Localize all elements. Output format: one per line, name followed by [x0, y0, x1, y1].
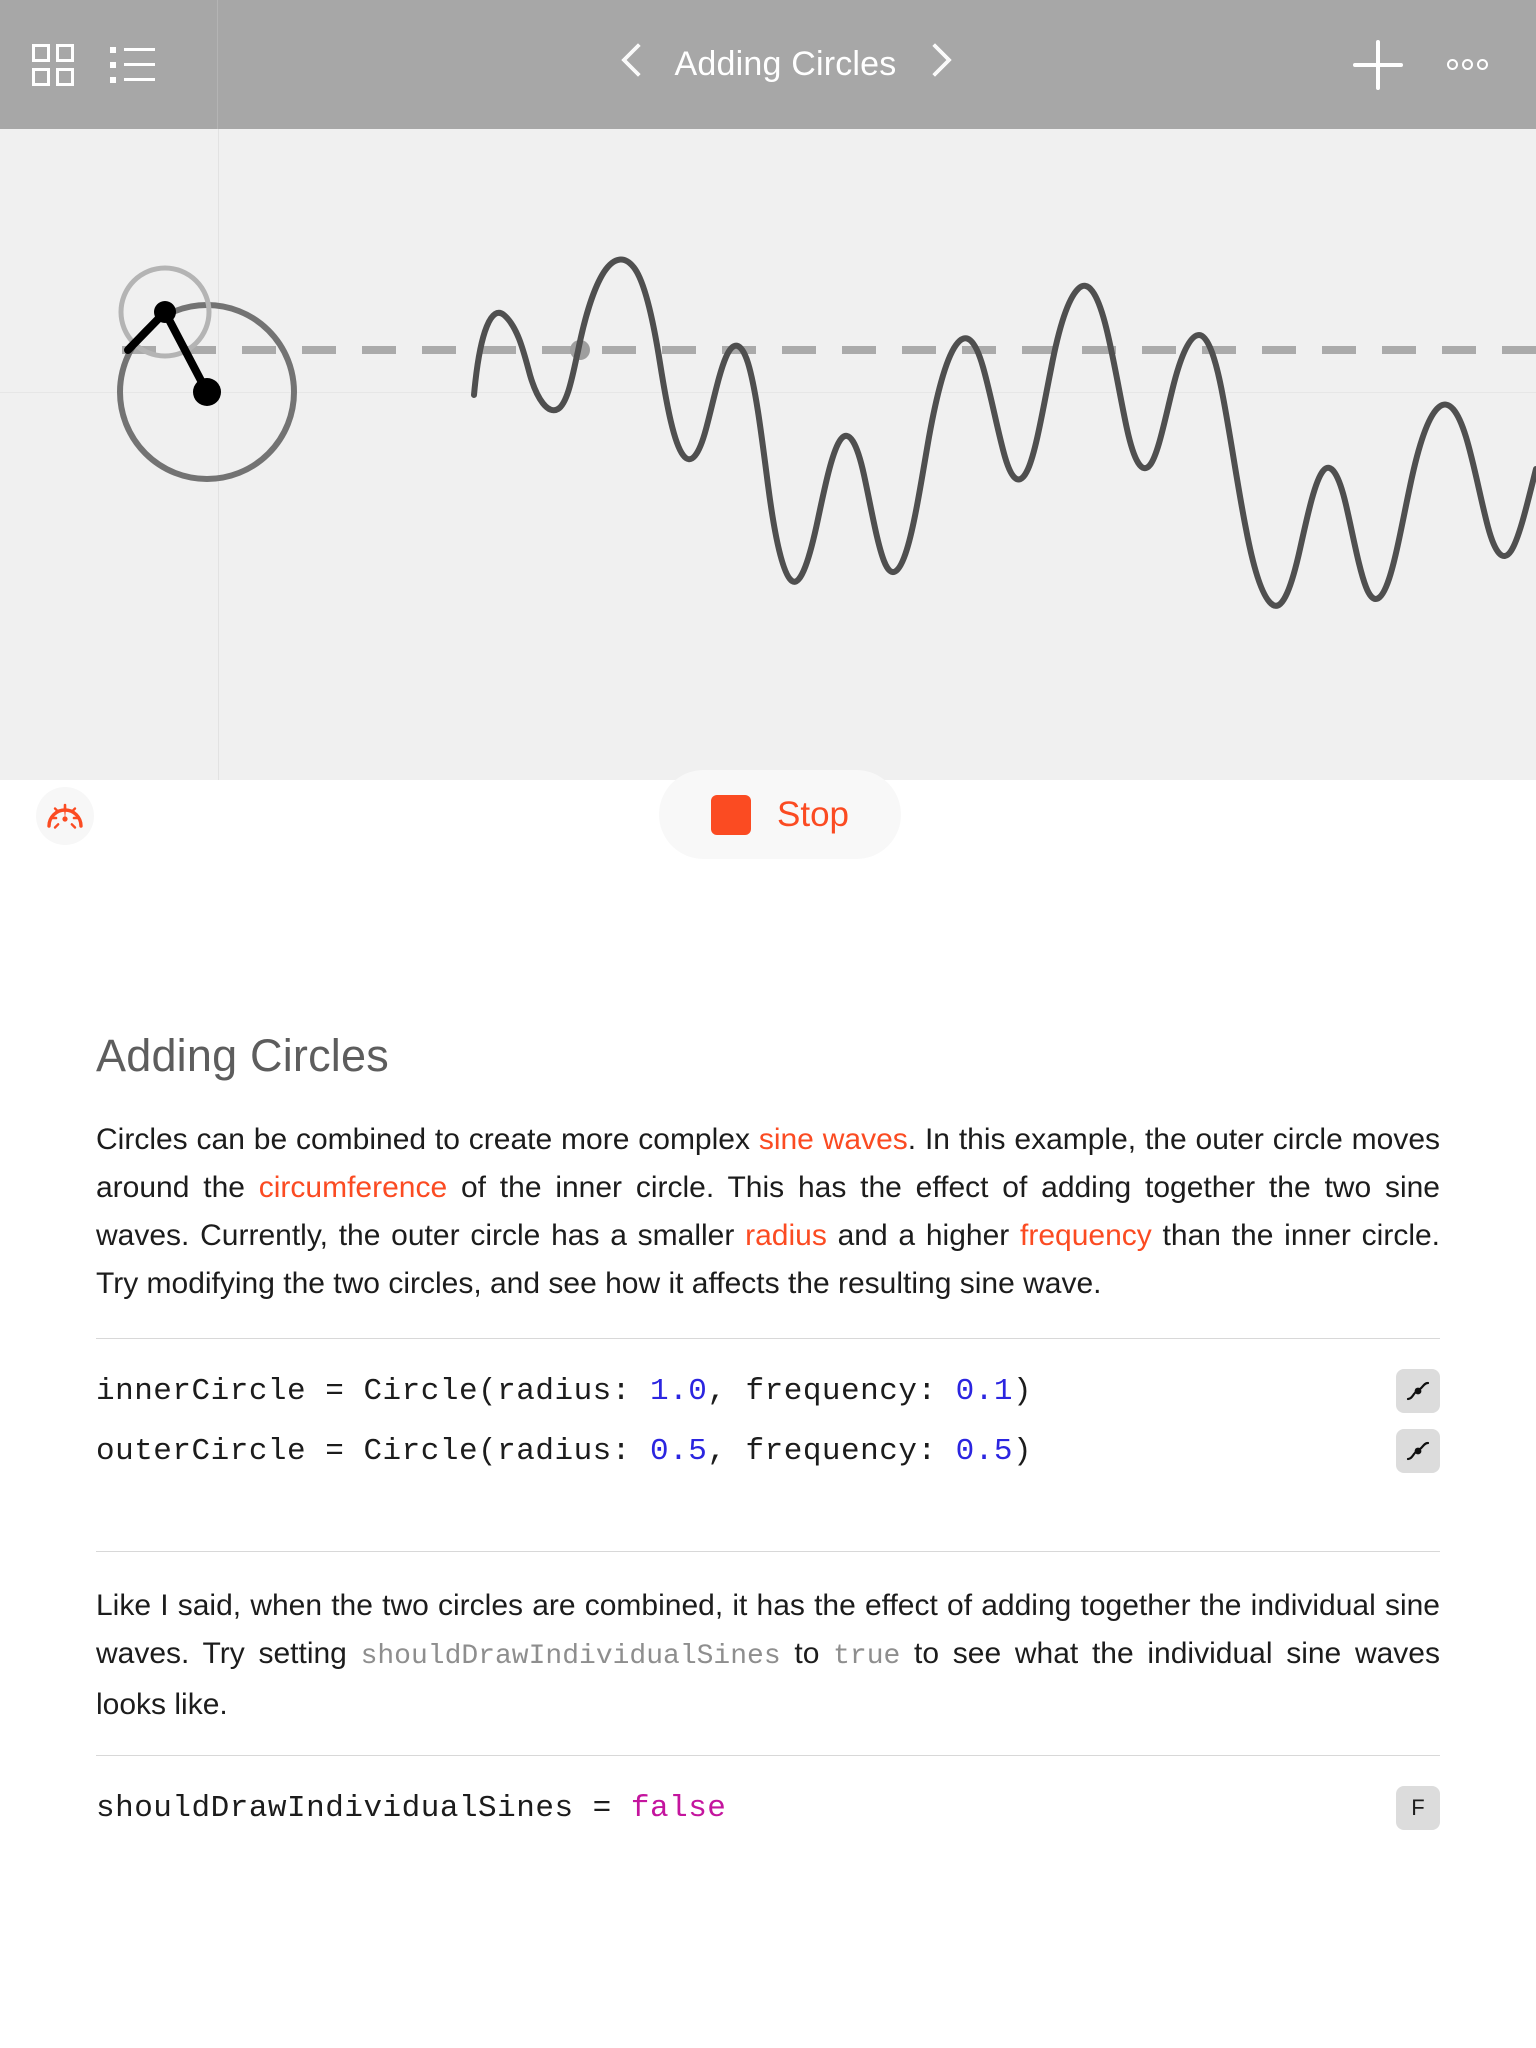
list-line	[124, 63, 155, 66]
keyword-circumference[interactable]: circumference	[259, 1171, 447, 1204]
more-options-icon[interactable]	[1447, 59, 1488, 70]
back-chevron-icon[interactable]	[622, 42, 648, 88]
speedometer-icon	[47, 803, 83, 829]
code-middle: , frequency:	[707, 1433, 956, 1469]
dot	[1477, 59, 1488, 70]
plus-icon[interactable]	[1353, 39, 1403, 90]
stop-button[interactable]: Stop	[659, 770, 901, 859]
inline-code-variable: shouldDrawIndividualSines	[360, 1641, 781, 1672]
keyword-sine-waves[interactable]: sine waves	[759, 1123, 908, 1156]
list-bullet	[110, 61, 116, 68]
radius-value[interactable]: 0.5	[650, 1434, 707, 1469]
curve-point-icon	[1406, 1381, 1430, 1401]
intro-text-1: Circles can be combined to create more c…	[96, 1123, 759, 1156]
code-row-inner-circle[interactable]: innerCircle = Circle(radius: 1.0, freque…	[96, 1361, 1440, 1421]
animation-canvas[interactable]	[0, 129, 1536, 780]
grid-cell	[32, 67, 50, 86]
boolean-value[interactable]: false	[631, 1791, 727, 1826]
stop-square-icon	[711, 794, 751, 835]
list-line	[124, 78, 155, 81]
article-content: Adding Circles Circles can be combined t…	[0, 1030, 1536, 1850]
intro-text-4: and a higher	[826, 1219, 1021, 1252]
list-bullet	[110, 46, 116, 53]
combined-sine-wave-path	[471, 256, 1536, 609]
frequency-value[interactable]: 0.1	[956, 1374, 1013, 1409]
toolbar-right-group	[1353, 0, 1536, 129]
code-block-flag: shouldDrawIndividualSines = false F	[96, 1756, 1440, 1850]
code-prefix: outerCircle = Circle(radius:	[96, 1433, 650, 1469]
dot	[1462, 59, 1473, 70]
explanation-paragraph: Like I said, when the two circles are co…	[96, 1582, 1440, 1729]
circles-sine-diagram	[0, 129, 1536, 780]
inner-circle-center-dot	[193, 378, 221, 406]
grid-cell	[32, 43, 50, 62]
top-toolbar: Adding Circles	[0, 0, 1536, 129]
toolbar-left-group	[0, 0, 218, 129]
grid-cell	[56, 43, 74, 62]
explain-text-2: to	[780, 1637, 834, 1670]
code-row-should-draw[interactable]: shouldDrawIndividualSines = false F	[96, 1778, 1440, 1838]
speed-control-button[interactable]	[36, 787, 94, 845]
code-block-circles: innerCircle = Circle(radius: 1.0, freque…	[96, 1339, 1440, 1493]
list-row	[110, 61, 156, 68]
list-view-icon[interactable]	[110, 44, 156, 86]
boolean-toggle-label: F	[1411, 1795, 1425, 1820]
list-row	[110, 46, 156, 53]
curve-point-icon-button[interactable]	[1396, 1369, 1440, 1413]
grid-cell	[56, 67, 74, 86]
inline-code-true: true	[833, 1641, 901, 1672]
boolean-toggle-button[interactable]: F	[1396, 1786, 1440, 1830]
code-prefix: innerCircle = Circle(radius:	[96, 1373, 650, 1409]
code-line-outer-circle: outerCircle = Circle(radius: 0.5, freque…	[96, 1434, 1032, 1469]
code-row-outer-circle[interactable]: outerCircle = Circle(radius: 0.5, freque…	[96, 1421, 1440, 1481]
toolbar-title-group: Adding Circles	[218, 0, 1353, 129]
outer-circle-center-dot	[154, 301, 176, 323]
code-suffix: )	[1012, 1433, 1033, 1469]
stop-button-label: Stop	[777, 794, 849, 834]
dot	[1447, 59, 1458, 70]
code-suffix: )	[1012, 1373, 1033, 1409]
list-bullet	[110, 76, 116, 83]
keyword-frequency[interactable]: frequency	[1020, 1219, 1152, 1252]
frequency-value[interactable]: 0.5	[956, 1434, 1013, 1469]
curve-point-icon-button[interactable]	[1396, 1429, 1440, 1473]
radius-value[interactable]: 1.0	[650, 1374, 707, 1409]
page-title: Adding Circles	[674, 45, 897, 83]
list-row	[110, 76, 156, 83]
article-title: Adding Circles	[96, 1030, 389, 1081]
list-line	[124, 48, 155, 51]
intro-paragraph: Circles can be combined to create more c…	[96, 1116, 1440, 1308]
forward-chevron-icon[interactable]	[923, 42, 949, 88]
curve-point-icon	[1406, 1441, 1430, 1461]
code-line-inner-circle: innerCircle = Circle(radius: 1.0, freque…	[96, 1374, 1032, 1409]
code-line-should-draw: shouldDrawIndividualSines = false	[96, 1791, 726, 1826]
code-middle: , frequency:	[707, 1373, 956, 1409]
code-prefix: shouldDrawIndividualSines =	[96, 1790, 631, 1826]
keyword-radius[interactable]: radius	[745, 1219, 827, 1252]
grid-view-icon[interactable]	[32, 43, 74, 86]
